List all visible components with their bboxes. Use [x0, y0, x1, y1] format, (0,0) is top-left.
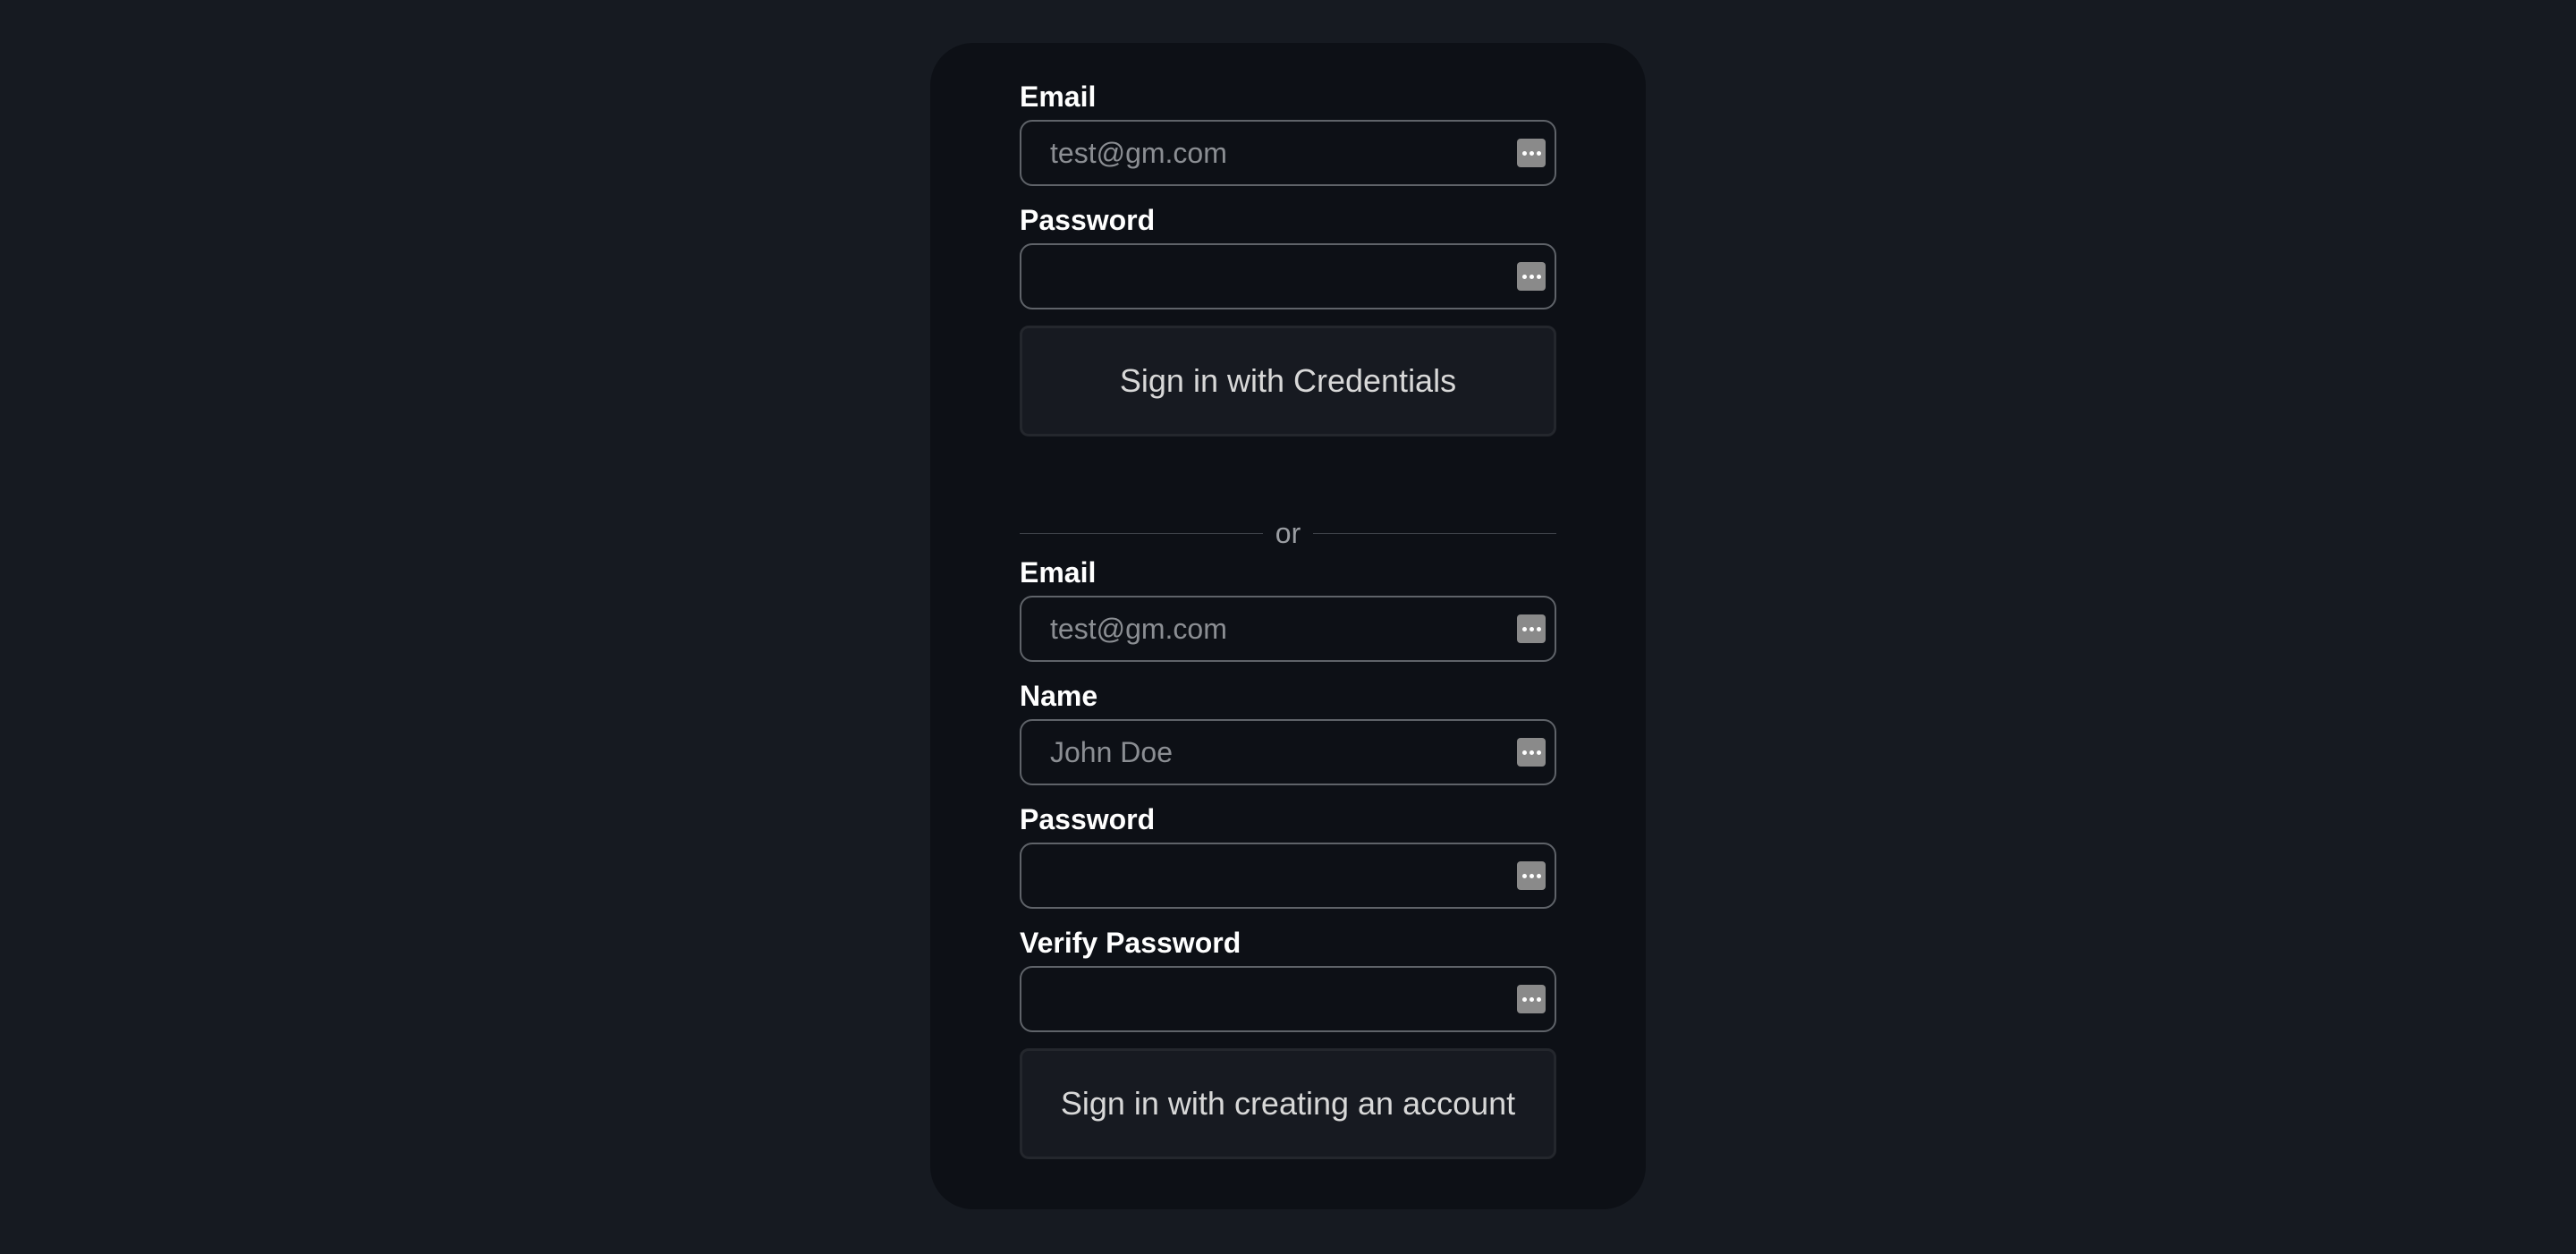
name-label: Name [1020, 680, 1098, 712]
auth-card: Email Password Sign in with Credentials … [930, 43, 1646, 1209]
divider-line-right [1313, 532, 1557, 534]
signup-password-input[interactable] [1021, 844, 1555, 907]
signup-email-field-wrapper [1020, 596, 1556, 662]
or-divider: or [1020, 506, 1557, 560]
divider-line-left [1020, 532, 1263, 534]
verify-password-input[interactable] [1021, 968, 1555, 1030]
email-field-wrapper [1020, 120, 1556, 186]
create-account-button[interactable]: Sign in with creating an account [1020, 1048, 1556, 1159]
verify-password-label: Verify Password [1020, 927, 1241, 959]
name-input[interactable] [1021, 721, 1555, 784]
password-manager-key-icon[interactable] [1517, 614, 1546, 643]
password-manager-key-icon[interactable] [1517, 139, 1546, 167]
password-manager-key-icon[interactable] [1517, 262, 1546, 291]
password-manager-key-icon[interactable] [1517, 738, 1546, 767]
password-input[interactable] [1021, 245, 1555, 308]
signup-password-label: Password [1020, 803, 1156, 835]
password-manager-key-icon[interactable] [1517, 985, 1546, 1013]
email-input[interactable] [1021, 122, 1555, 184]
sign-in-credentials-button[interactable]: Sign in with Credentials [1020, 326, 1556, 436]
create-account-form: Email Name Password Verify Password Sign… [1020, 555, 1556, 1159]
password-field-wrapper [1020, 243, 1556, 309]
password-manager-key-icon[interactable] [1517, 861, 1546, 890]
signup-password-field-wrapper [1020, 843, 1556, 909]
password-label: Password [1020, 204, 1156, 236]
signup-email-input[interactable] [1021, 597, 1555, 660]
email-label: Email [1020, 80, 1097, 113]
verify-password-field-wrapper [1020, 966, 1556, 1032]
divider-text: or [1275, 516, 1301, 549]
credentials-sign-in-form: Email Password Sign in with Credentials [1020, 79, 1556, 436]
signup-email-label: Email [1020, 556, 1097, 589]
name-field-wrapper [1020, 719, 1556, 785]
